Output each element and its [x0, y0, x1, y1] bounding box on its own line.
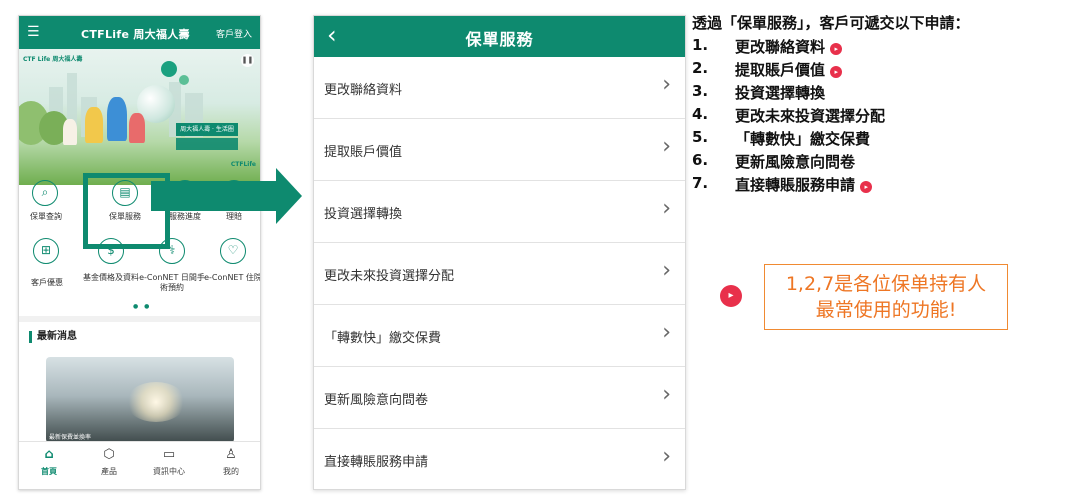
- chevron-right-icon: ›: [662, 134, 671, 159]
- tab-home[interactable]: ⌂ 首頁: [19, 447, 79, 477]
- hospital-icon: ♡: [220, 238, 246, 264]
- info-center-icon: ▭: [162, 447, 176, 462]
- screen-title: 保單服務: [465, 30, 534, 49]
- service-row-risk-questionnaire[interactable]: 更新風險意向問卷 ›: [314, 367, 685, 429]
- chevron-right-icon: ›: [662, 258, 671, 283]
- grid-label: 基金價格及資料: [83, 273, 139, 282]
- banner-slogan: 周大福人壽 · 生活圈: [176, 123, 238, 136]
- service-row-withdraw-value[interactable]: 提取賬戶價值 ›: [314, 119, 685, 181]
- grid-label: e-ConNET 住院: [204, 273, 261, 282]
- request-text: 投資選擇轉換: [735, 84, 826, 102]
- service-label: 「轉數快」繳交保費: [324, 331, 442, 346]
- request-number: 4.: [692, 105, 709, 123]
- flag-icon: ▸: [830, 66, 843, 78]
- request-number: 2.: [692, 59, 709, 77]
- pointer-arrow-head: [276, 168, 302, 224]
- grid-label: 保單查詢: [30, 212, 62, 221]
- tab-label: 產品: [101, 467, 117, 476]
- grid-label: e-ConNET 日間手術預約: [139, 273, 205, 292]
- profile-icon: ♙: [225, 447, 237, 462]
- news-section-title: 最新消息: [29, 331, 77, 343]
- service-label: 直接轉賬服務申請: [324, 455, 429, 470]
- service-row-fps-premium[interactable]: 「轉數快」繳交保費 ›: [314, 305, 685, 367]
- tab-info-center[interactable]: ▭ 資訊中心: [139, 447, 199, 477]
- callout-line-1: 1,2,7是各位保单持有人: [785, 273, 987, 295]
- request-number: 3.: [692, 82, 709, 100]
- service-label: 提取賬戶價值: [324, 145, 403, 160]
- product-icon: ⬡: [103, 447, 115, 462]
- service-label: 更改聯絡資料: [324, 83, 403, 98]
- screen-header: ‹ 保單服務: [314, 16, 685, 57]
- promo-banner[interactable]: CTF Life 周大福人壽 ❚❚ 周大福人壽 · 生活圈 CTFLife: [19, 49, 260, 185]
- callout-line-2: 最常使用的功能!: [815, 299, 957, 321]
- tab-products[interactable]: ⬡ 產品: [79, 447, 139, 477]
- bottom-tab-bar: ⌂ 首頁 ⬡ 產品 ▭ 資訊中心 ♙ 我的: [19, 441, 260, 489]
- chevron-right-icon: ›: [662, 320, 671, 345]
- flag-icon: ▸: [720, 285, 742, 307]
- grid-label: 理賠: [226, 212, 242, 221]
- chevron-right-icon: ›: [662, 444, 671, 469]
- login-button[interactable]: 客戶登入: [216, 27, 252, 40]
- service-label: 更新風險意向問卷: [324, 393, 429, 408]
- pointer-arrow-shaft: [151, 181, 276, 211]
- brand-title: CTFLife 周大福人壽: [81, 28, 190, 41]
- tab-label: 資訊中心: [153, 467, 185, 476]
- request-text: 更改聯絡資料: [735, 38, 826, 56]
- request-number: 6.: [692, 151, 709, 169]
- service-label: 更改未來投資選擇分配: [324, 269, 455, 284]
- callout-box: 1,2,7是各位保单持有人 最常使用的功能!: [764, 264, 1008, 330]
- service-row-direct-debit[interactable]: 直接轉賬服務申請 ›: [314, 429, 685, 489]
- request-number: 1.: [692, 36, 709, 54]
- tab-label: 首頁: [41, 467, 57, 476]
- chevron-right-icon: ›: [662, 382, 671, 407]
- news-image[interactable]: [46, 357, 234, 443]
- chevron-right-icon: ›: [662, 72, 671, 97]
- request-text: 「轉數快」繳交保費: [735, 130, 871, 148]
- intro-text: 透過「保單服務」，客戶可遞交以下申請：: [692, 14, 970, 32]
- policy-service-screen: ‹ 保單服務 更改聯絡資料 › 提取賬戶價值 › 投資選擇轉換 › 更改未來投資…: [313, 15, 686, 490]
- pagination-dots: ● ●: [133, 303, 152, 310]
- service-row-change-contact[interactable]: 更改聯絡資料 ›: [314, 57, 685, 119]
- tab-profile[interactable]: ♙ 我的: [201, 447, 260, 477]
- hamburger-icon[interactable]: ☰: [27, 24, 40, 41]
- request-number: 7.: [692, 174, 709, 192]
- home-icon: ⌂: [44, 447, 54, 462]
- service-row-switch-investment[interactable]: 投資選擇轉換 ›: [314, 181, 685, 243]
- search-icon: ⌕: [32, 180, 58, 206]
- flag-icon: ▸: [860, 181, 873, 193]
- request-text: 直接轉賬服務申請: [735, 176, 856, 194]
- request-text: 更改未來投資選擇分配: [735, 107, 886, 125]
- flag-icon: ▸: [830, 43, 843, 55]
- banner-logo: CTF Life 周大福人壽: [23, 56, 83, 63]
- gift-icon: ⊞: [33, 238, 59, 264]
- banner-slogan-sub: [176, 138, 238, 150]
- section-divider: [19, 316, 260, 322]
- tab-label: 我的: [223, 467, 239, 476]
- grid-label: 客戶優惠: [31, 278, 63, 287]
- service-row-future-allocation[interactable]: 更改未來投資選擇分配 ›: [314, 243, 685, 305]
- news-caption: 最新保費並換率: [49, 434, 92, 441]
- app-header: ☰ CTFLife 周大福人壽 客戶登入: [19, 16, 260, 49]
- request-number: 5.: [692, 128, 709, 146]
- app-home-screen: ☰ CTFLife 周大福人壽 客戶登入 CTF Life 周大福人壽 ❚❚ 周…: [18, 15, 261, 490]
- service-label: 投資選擇轉換: [324, 207, 403, 222]
- pause-icon[interactable]: ❚❚: [241, 54, 254, 67]
- chevron-right-icon: ›: [662, 196, 671, 221]
- request-text: 提取賬戶價值: [735, 61, 826, 79]
- request-text: 更新風險意向問卷: [735, 153, 856, 171]
- banner-brand-small: CTFLife: [230, 161, 256, 168]
